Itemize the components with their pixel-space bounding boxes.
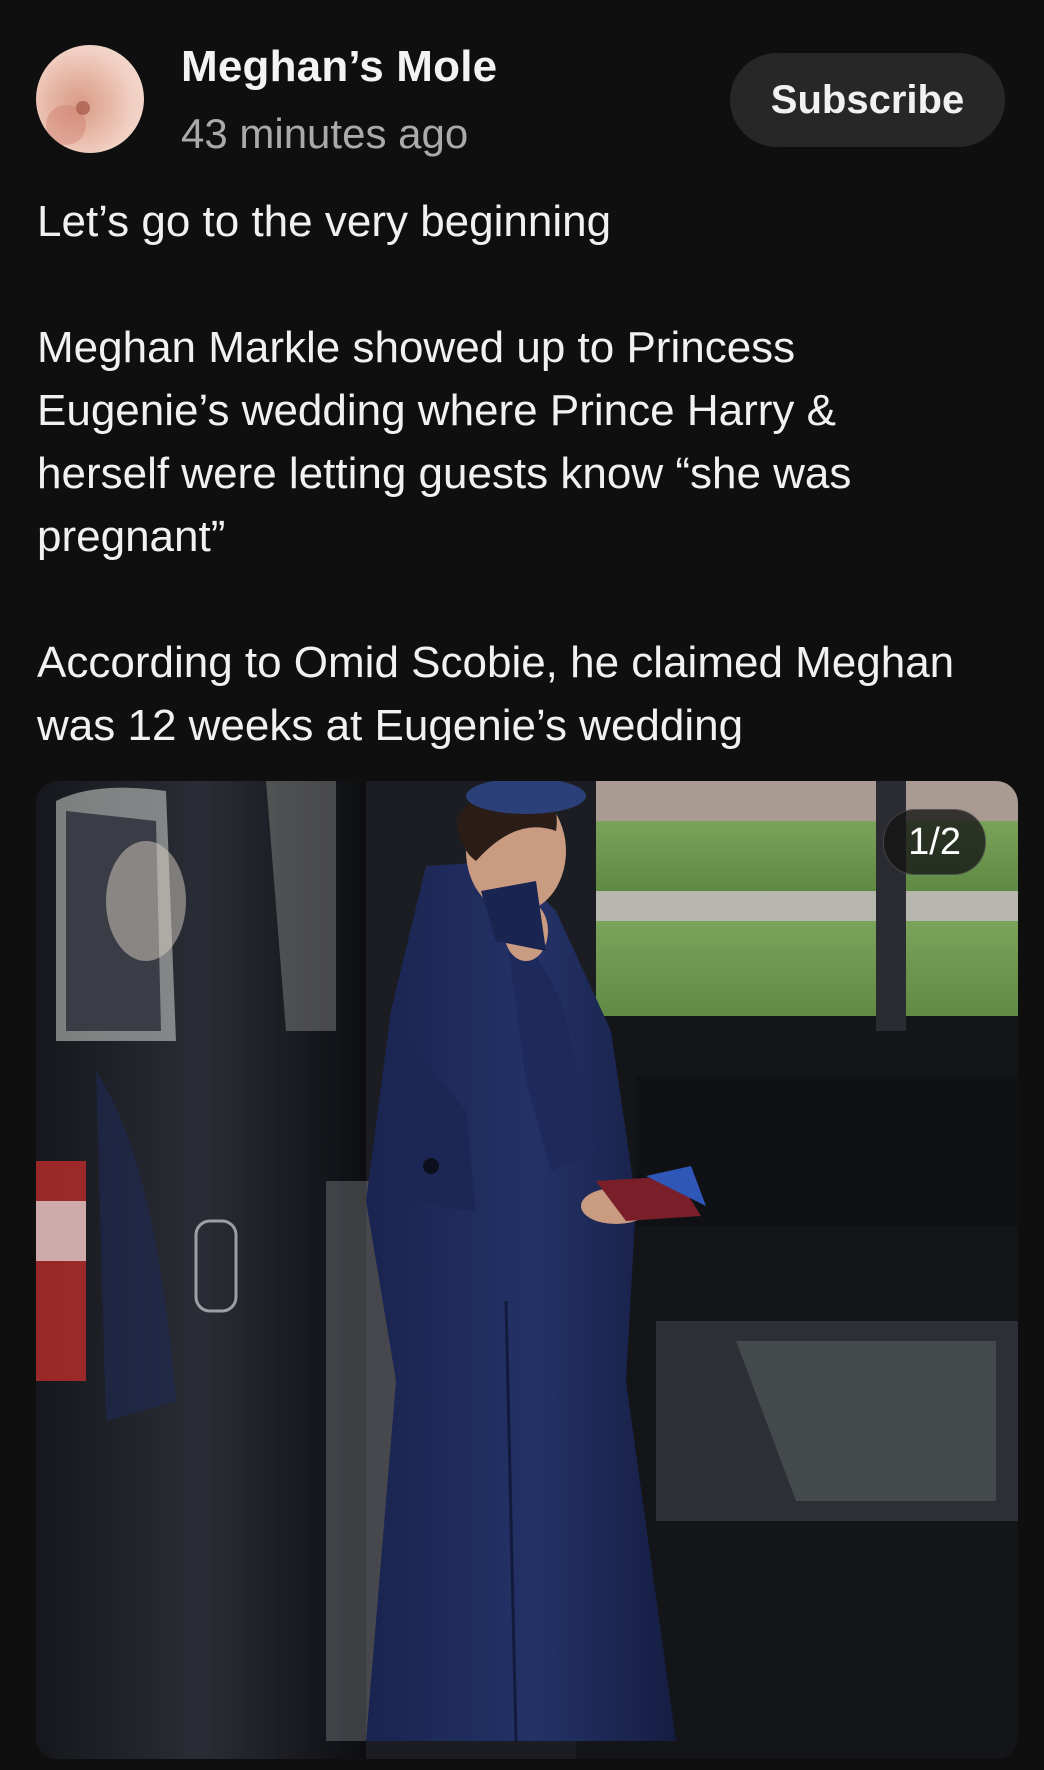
post-text: Let’s go to the very beginning Meghan Ma… bbox=[37, 190, 1044, 757]
post-line: According to Omid Scobie, he claimed Meg… bbox=[37, 638, 955, 687]
post-line: Let’s go to the very beginning bbox=[37, 197, 612, 246]
image-page-counter: 1/2 bbox=[883, 809, 986, 875]
post-line: pregnant” bbox=[37, 512, 226, 561]
avatar-mole bbox=[76, 101, 90, 115]
channel-avatar[interactable] bbox=[36, 45, 144, 153]
channel-name[interactable]: Meghan’s Mole bbox=[181, 42, 497, 92]
subscribe-button[interactable]: Subscribe bbox=[730, 53, 1005, 147]
post-line: was 12 weeks at Eugenie’s wedding bbox=[37, 701, 744, 750]
post-line: Eugenie’s wedding where Prince Harry & bbox=[37, 386, 836, 435]
post-image[interactable]: 1/2 bbox=[36, 781, 1018, 1759]
post-header: Meghan’s Mole 43 minutes ago Subscribe bbox=[0, 0, 1044, 170]
post-line: herself were letting guests know “she wa… bbox=[37, 449, 852, 498]
post-timestamp: 43 minutes ago bbox=[181, 110, 469, 157]
photo-illustration bbox=[36, 781, 1018, 1759]
post-line: Meghan Markle showed up to Princess bbox=[37, 323, 796, 372]
